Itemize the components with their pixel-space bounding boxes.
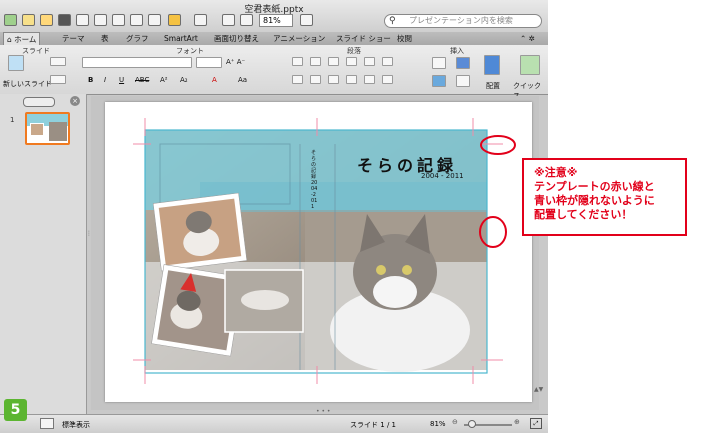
search-input[interactable]: ⚲ プレゼンテーション内を検索	[384, 14, 542, 28]
justify-icon[interactable]	[346, 75, 357, 84]
zoom-out-icon[interactable]: ⊖	[452, 418, 458, 426]
ribbon-tab-bar: ⌂ ホーム テーマ 表 グラフ SmartArt 画面切り替え アニメーション …	[0, 32, 548, 46]
print-icon[interactable]	[76, 14, 89, 26]
powerpoint-window: 空君表紙.pptx 81% ⚲ プレゼンテーション内を検索 ⌂ ホーム テーマ …	[0, 0, 548, 433]
scroll-nav-icon[interactable]: ▲▼	[534, 386, 543, 406]
tab-transitions[interactable]: 画面切り替え	[214, 32, 259, 45]
arrange-icon[interactable]	[484, 55, 500, 75]
paste-icon[interactable]	[130, 14, 143, 26]
zoom-select[interactable]: 81%	[259, 14, 293, 27]
align-text-icon[interactable]	[364, 75, 375, 84]
slideshow-icon[interactable]	[240, 14, 253, 26]
underline-icon[interactable]: U	[119, 76, 124, 84]
group-label-insert: 挿入	[450, 47, 464, 55]
arrange-button[interactable]: 配置	[486, 81, 500, 91]
italic-icon[interactable]: I	[104, 76, 106, 84]
view-mode-label: 標準表示	[62, 421, 90, 429]
ribbon: スライド フォント 段落 挿入 新しいスライド A⁺ A⁻ B I U ABC …	[0, 45, 548, 100]
tab-table[interactable]: 表	[101, 32, 109, 45]
numbering-icon[interactable]	[310, 57, 321, 66]
quick-styles-icon[interactable]	[520, 55, 540, 75]
templates-icon[interactable]	[22, 14, 35, 26]
cat-eye-left	[376, 265, 386, 275]
group-label-slides: スライド	[22, 47, 50, 55]
layout-icon[interactable]	[50, 57, 66, 66]
title-bar: 空君表紙.pptx 81% ⚲ プレゼンテーション内を検索	[0, 0, 548, 33]
font-grow-icon[interactable]: A⁺ A⁻	[226, 58, 245, 66]
close-pane-icon[interactable]: ×	[70, 96, 80, 106]
zoom-in-icon[interactable]: ⊕	[514, 418, 520, 426]
zoom-slider-thumb[interactable]	[468, 420, 476, 428]
tab-smartart[interactable]: SmartArt	[164, 32, 198, 45]
caution-callout: ※注意※ テンプレートの赤い線と 青い枠が隠れないように 配置してください！	[522, 158, 687, 236]
search-icon: ⚲	[389, 16, 396, 26]
indent-decrease-icon[interactable]	[328, 57, 339, 66]
arrange-small-icon[interactable]	[456, 75, 470, 87]
text-box-icon[interactable]	[432, 57, 446, 69]
new-slide-icon[interactable]	[8, 55, 24, 71]
slide-position: スライド 1 / 1	[350, 421, 396, 429]
new-slide-button[interactable]: 新しいスライド	[3, 79, 52, 89]
tab-theme[interactable]: テーマ	[62, 32, 85, 45]
format-painter-icon[interactable]	[148, 14, 161, 26]
table-icon[interactable]	[94, 14, 107, 26]
slide-number: 1	[10, 116, 15, 124]
text-direction-icon[interactable]	[364, 57, 375, 66]
group-label-paragraph: 段落	[347, 47, 361, 55]
save-icon[interactable]	[58, 14, 71, 26]
font-name-select[interactable]	[82, 57, 192, 68]
photo-frame-1	[152, 192, 248, 272]
picture-icon[interactable]	[432, 75, 446, 87]
cat-eye-right	[402, 265, 412, 275]
columns-icon[interactable]	[382, 57, 393, 66]
bold-icon[interactable]: B	[88, 76, 93, 84]
superscript-icon[interactable]: A²	[160, 76, 168, 84]
subscript-icon[interactable]: A₂	[180, 76, 188, 84]
media-icon[interactable]	[222, 14, 235, 26]
status-zoom: 81%	[430, 420, 446, 428]
tab-animations[interactable]: アニメーション	[273, 32, 325, 45]
tab-slideshow[interactable]: スライド ショー	[336, 32, 391, 45]
indent-increase-icon[interactable]	[346, 57, 357, 66]
status-bar: 標準表示 スライド 1 / 1 81% ⊖ ⊕ ⤢	[0, 414, 548, 433]
step-number-badge: 5	[4, 399, 27, 421]
slide-panel: × 1	[0, 94, 87, 414]
slide-canvas[interactable]: そらの記録 2004 - 2011 そらの記録 2004-2011	[105, 102, 532, 402]
font-size-select[interactable]	[196, 57, 222, 68]
align-right-icon[interactable]	[328, 75, 339, 84]
cover-years[interactable]: 2004 - 2011	[421, 172, 464, 180]
callout-line-2: テンプレートの赤い線と	[534, 180, 655, 193]
spine-text[interactable]: そらの記録 2004-2011	[311, 150, 319, 210]
fit-window-icon[interactable]: ⤢	[530, 418, 542, 429]
redo-icon[interactable]	[194, 14, 207, 26]
normal-view-icon[interactable]	[40, 418, 54, 429]
help-icon[interactable]	[300, 14, 313, 26]
new-presentation-icon[interactable]	[4, 14, 17, 26]
callout-line-3: 青い枠が隠れないように	[534, 194, 655, 207]
group-label-font: フォント	[176, 47, 204, 55]
strike-icon[interactable]: ABC	[135, 76, 149, 84]
pane-splitter[interactable]: ⋮	[86, 230, 92, 248]
ribbon-collapse-icon[interactable]: ⌃ ✲	[520, 32, 535, 45]
line-spacing-icon[interactable]	[382, 75, 393, 84]
section-icon[interactable]	[50, 75, 66, 84]
tab-home[interactable]: ⌂ ホーム	[3, 32, 41, 45]
align-left-icon[interactable]	[292, 75, 303, 84]
callout-line-1: ※注意※	[534, 166, 578, 179]
open-folder-icon[interactable]	[40, 14, 53, 26]
shape-icon[interactable]	[456, 57, 470, 69]
clear-format-icon[interactable]: Aa	[238, 76, 247, 84]
align-center-icon[interactable]	[310, 75, 321, 84]
bullets-icon[interactable]	[292, 57, 303, 66]
slide-artwork	[133, 118, 503, 384]
slide-thumbnail[interactable]	[25, 112, 70, 145]
view-toggle[interactable]	[23, 97, 55, 107]
tab-review[interactable]: 校閲	[397, 32, 412, 45]
callout-line-4: 配置してください！	[534, 208, 633, 221]
copy-icon[interactable]	[112, 14, 125, 26]
font-color-icon[interactable]: A	[212, 76, 217, 84]
tab-chart[interactable]: グラフ	[126, 32, 149, 45]
undo-icon[interactable]	[168, 14, 181, 26]
